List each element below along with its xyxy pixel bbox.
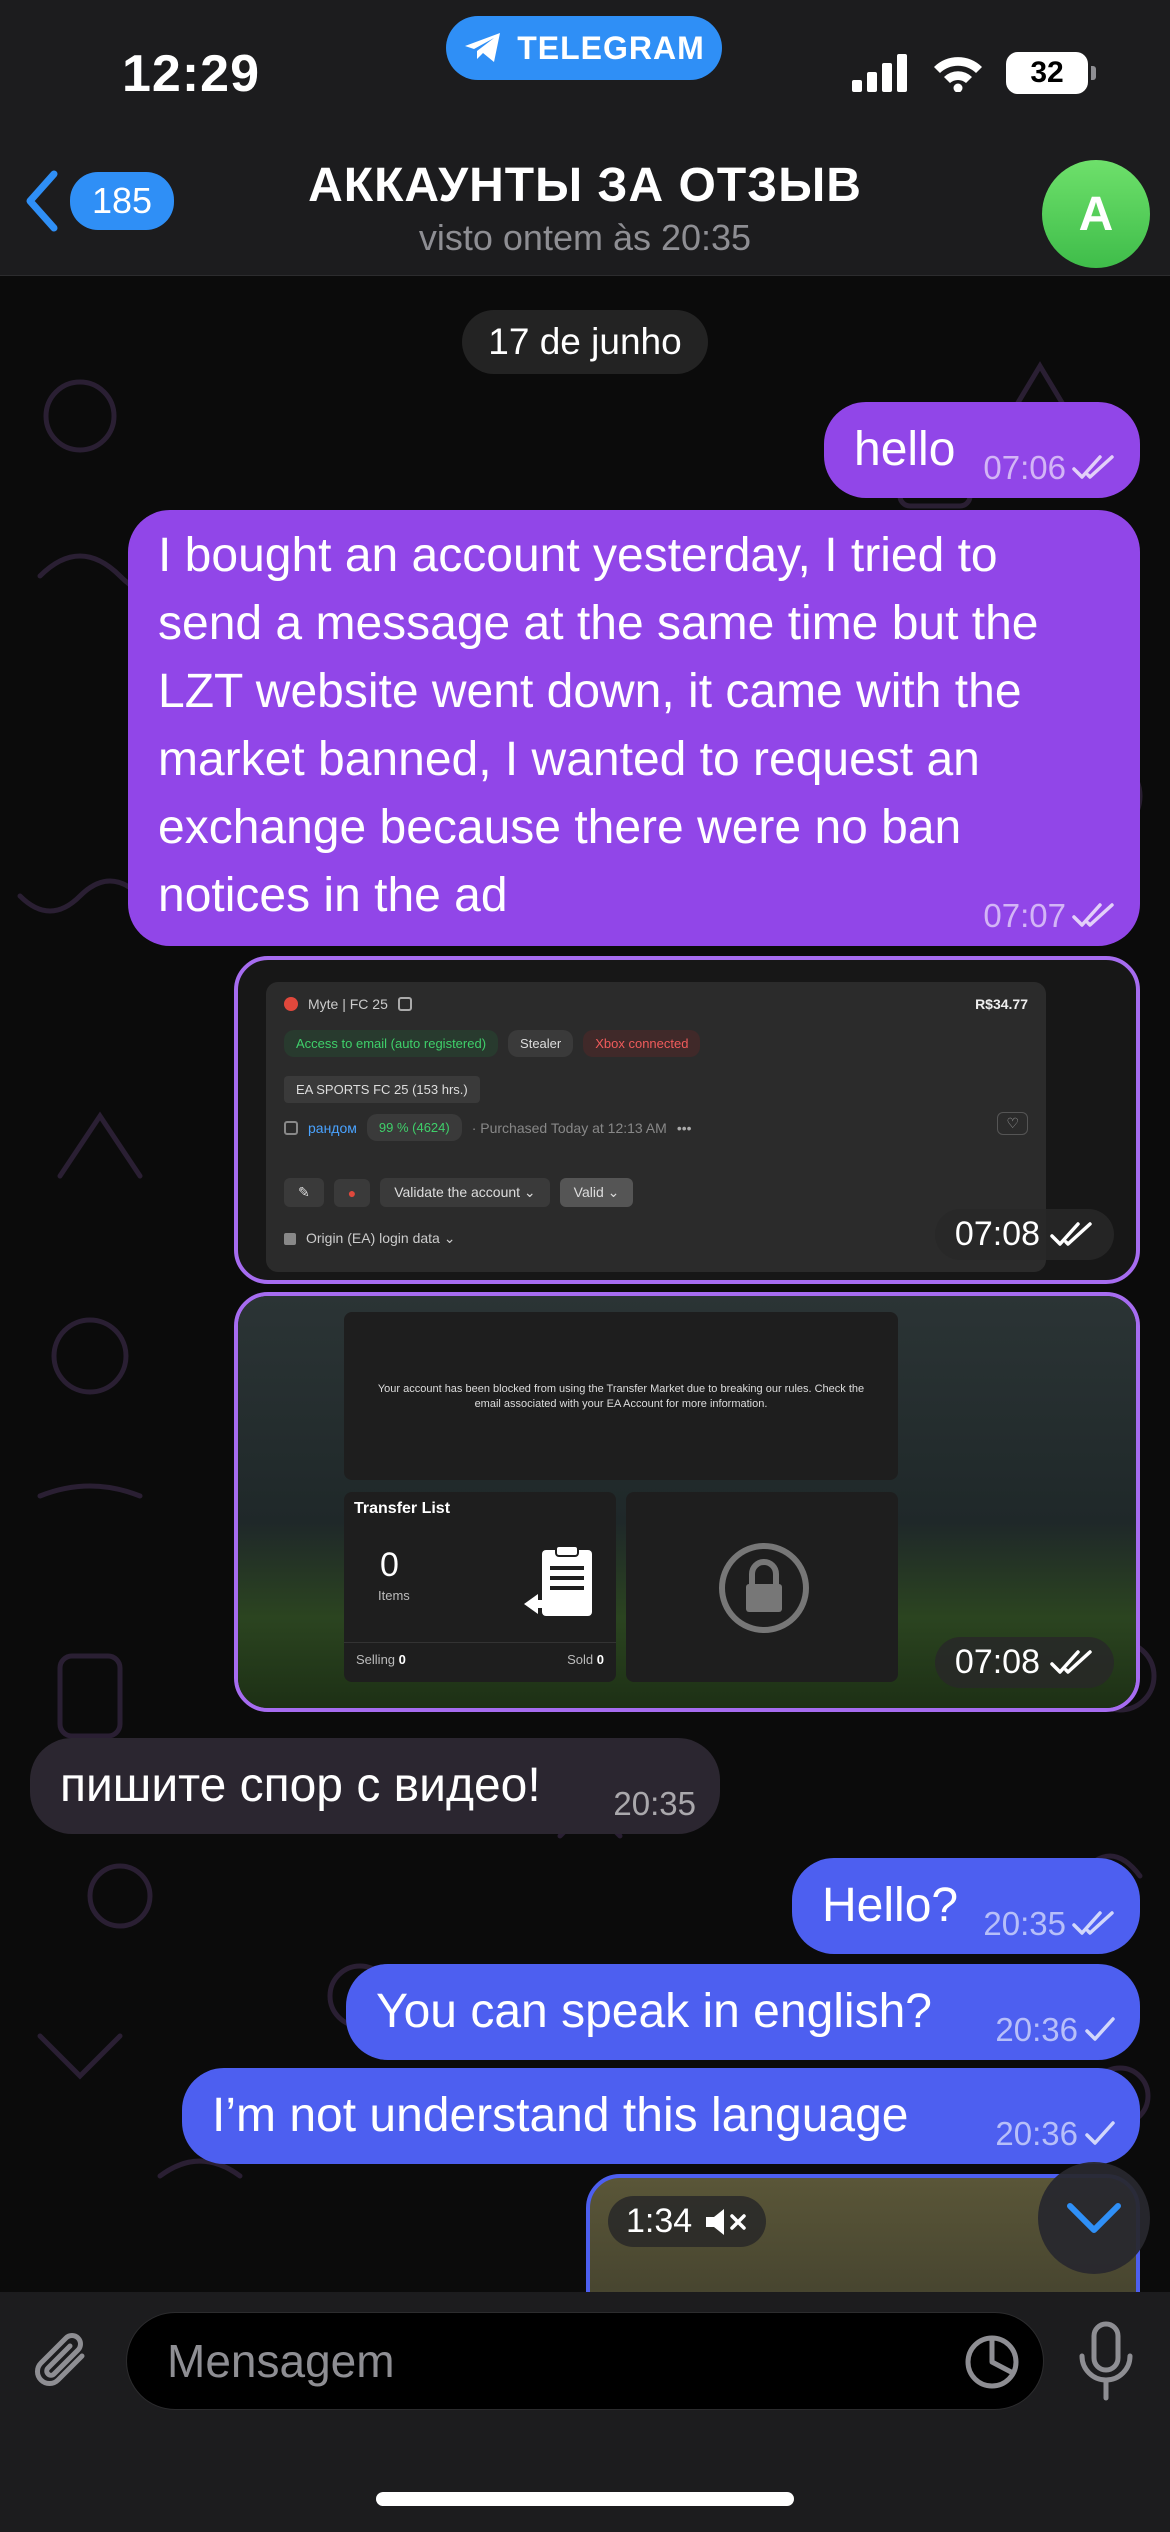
message-input-bar [0,2292,1170,2532]
telegram-pill-label: TELEGRAM [517,29,705,66]
double-check-icon [1072,455,1114,479]
chevron-left-icon [26,170,58,232]
game-label: EA SPORTS FC 25 (153 hrs.) [284,1076,480,1103]
check-icon [1085,2017,1115,2041]
seller-name: рандом [308,1119,357,1136]
more-icon: ••• [676,1119,692,1136]
message-input[interactable] [167,2313,927,2409]
date-separator: 17 de junho [462,310,708,374]
message-time: 07:06 [983,449,1066,486]
message-text: I bought an account yesterday, I tried t… [158,529,1039,922]
message-time: 20:35 [983,1905,1066,1942]
telegram-plane-icon [465,33,501,62]
sold-stat: Sold 0 [567,1652,604,1667]
message-time: 07:07 [983,897,1066,934]
ban-notice-text: Your account has been blocked from using… [377,1383,865,1410]
bag-icon [397,997,412,1011]
video-duration-badge: 1:34 [608,2196,767,2247]
image-message[interactable]: Myte | FC 25 R$34.77 Access to email (au… [234,956,1140,1284]
message-field[interactable] [126,2312,1044,2410]
lock-icon [719,1543,809,1633]
unread-count-badge: 185 [70,172,175,230]
ea-logo-icon [284,997,298,1011]
heart-icon: ♡ [997,1112,1028,1135]
ban-notice-panel: Your account has been blocked from using… [344,1312,898,1480]
message-meta: 20:35 [613,1784,696,1824]
purchase-date: · Purchased Today at 12:13 AM [471,1119,667,1136]
listing-screenshot: Myte | FC 25 R$34.77 Access to email (au… [266,982,1046,1272]
double-check-icon [1072,903,1114,927]
image-meta: 07:08 [934,1637,1114,1688]
signal-icon [852,54,907,92]
edit-icon: ✎ [284,1178,324,1207]
message-bubble-out[interactable]: I’m not understand this language 20:36 [182,2068,1140,2164]
transfer-list-panel: Transfer List 0 Items Selling 0 Sold 0 [344,1492,616,1682]
wifi-icon [934,57,982,92]
listing-title: Myte | FC 25 [308,996,388,1012]
message-text: You can speak in english? [376,1985,932,2038]
check-icon [1085,2121,1115,2145]
telegram-pill[interactable]: TELEGRAM [446,16,722,80]
image-message[interactable]: Your account has been blocked from using… [234,1292,1140,1712]
message-bubble-in[interactable]: пишите спор с видео! 20:35 [30,1738,720,1834]
home-indicator[interactable] [376,2492,794,2506]
back-button[interactable]: 185 [22,170,175,232]
message-meta: 20:36 [995,2010,1116,2050]
message-time: 07:08 [954,1643,1040,1681]
checkbox [284,1120,298,1135]
muted-speaker-icon [706,2208,746,2235]
locked-panel [626,1492,898,1682]
microphone-icon[interactable] [1076,2320,1136,2404]
chip-email: Access to email (auto registered) [284,1030,499,1057]
items-count: 0 [380,1546,399,1584]
video-duration: 1:34 [626,2202,693,2240]
login-data-label: Origin (EA) login data ⌄ [306,1230,456,1246]
chip-stealer: Stealer [508,1030,574,1057]
scroll-to-bottom-button[interactable] [1038,2162,1150,2274]
chevron-down-icon [1067,2203,1121,2233]
message-meta: 20:35 [983,1904,1116,1944]
chat-area[interactable]: 17 de junho hello 07:06 I bought an acco… [0,276,1170,2292]
message-text: hello [854,423,956,476]
message-time: 20:35 [613,1785,696,1822]
image-meta: 07:08 [934,1209,1114,1260]
battery-icon: 32 [1006,52,1096,94]
message-bubble-out[interactable]: I bought an account yesterday, I tried t… [128,510,1140,946]
sticker-icon[interactable] [963,2333,1021,2391]
selling-stat: Selling 0 [356,1652,406,1667]
transfer-list-title: Transfer List [354,1500,451,1517]
message-text: Hello? [822,1879,959,1932]
valid-button: Valid ⌄ [559,1178,634,1207]
ea-button-icon: ● [333,1178,371,1207]
status-bar: 12:29 TELEGRAM 32 [0,0,1170,150]
seller-rating: 99 % (4624) [366,1114,462,1141]
message-meta: 07:06 [983,448,1116,488]
clock: 12:29 [122,45,260,103]
message-meta: 07:07 [983,896,1116,936]
double-check-icon [1050,1221,1092,1246]
origin-icon [284,1232,296,1245]
clipboard-icon [524,1545,592,1616]
message-time: 20:36 [995,2011,1078,2048]
last-seen-status: visto ontem às 20:35 [418,217,752,258]
message-time: 20:36 [995,2115,1078,2152]
message-bubble-out[interactable]: You can speak in english? 20:36 [346,1964,1140,2060]
message-bubble-out[interactable]: Hello? 20:35 [792,1858,1140,1954]
chip-xbox: Xbox connected [583,1030,701,1057]
attach-paperclip-icon[interactable] [30,2328,100,2398]
message-bubble-out[interactable]: hello 07:06 [824,402,1140,498]
chat-title: АККАУНТЫ ЗА ОТЗЫВ [308,159,862,212]
listing-price: R$34.77 [975,996,1028,1012]
chat-header: 185 АККАУНТЫ ЗА ОТЗЫВ visto ontem às 20:… [0,150,1170,276]
validate-button: Validate the account ⌄ [380,1178,550,1207]
message-text: пишите спор с видео! [60,1759,541,1812]
double-check-icon [1072,1911,1114,1935]
avatar[interactable]: A [1042,160,1150,268]
items-label: Items [378,1588,410,1603]
message-text: I’m not understand this language [212,2089,909,2142]
message-meta: 20:36 [995,2114,1116,2154]
chat-title-area[interactable]: АККАУНТЫ ЗА ОТЗЫВ visto ontem às 20:35 [200,158,970,259]
message-time: 07:08 [954,1215,1040,1253]
double-check-icon [1050,1649,1092,1674]
